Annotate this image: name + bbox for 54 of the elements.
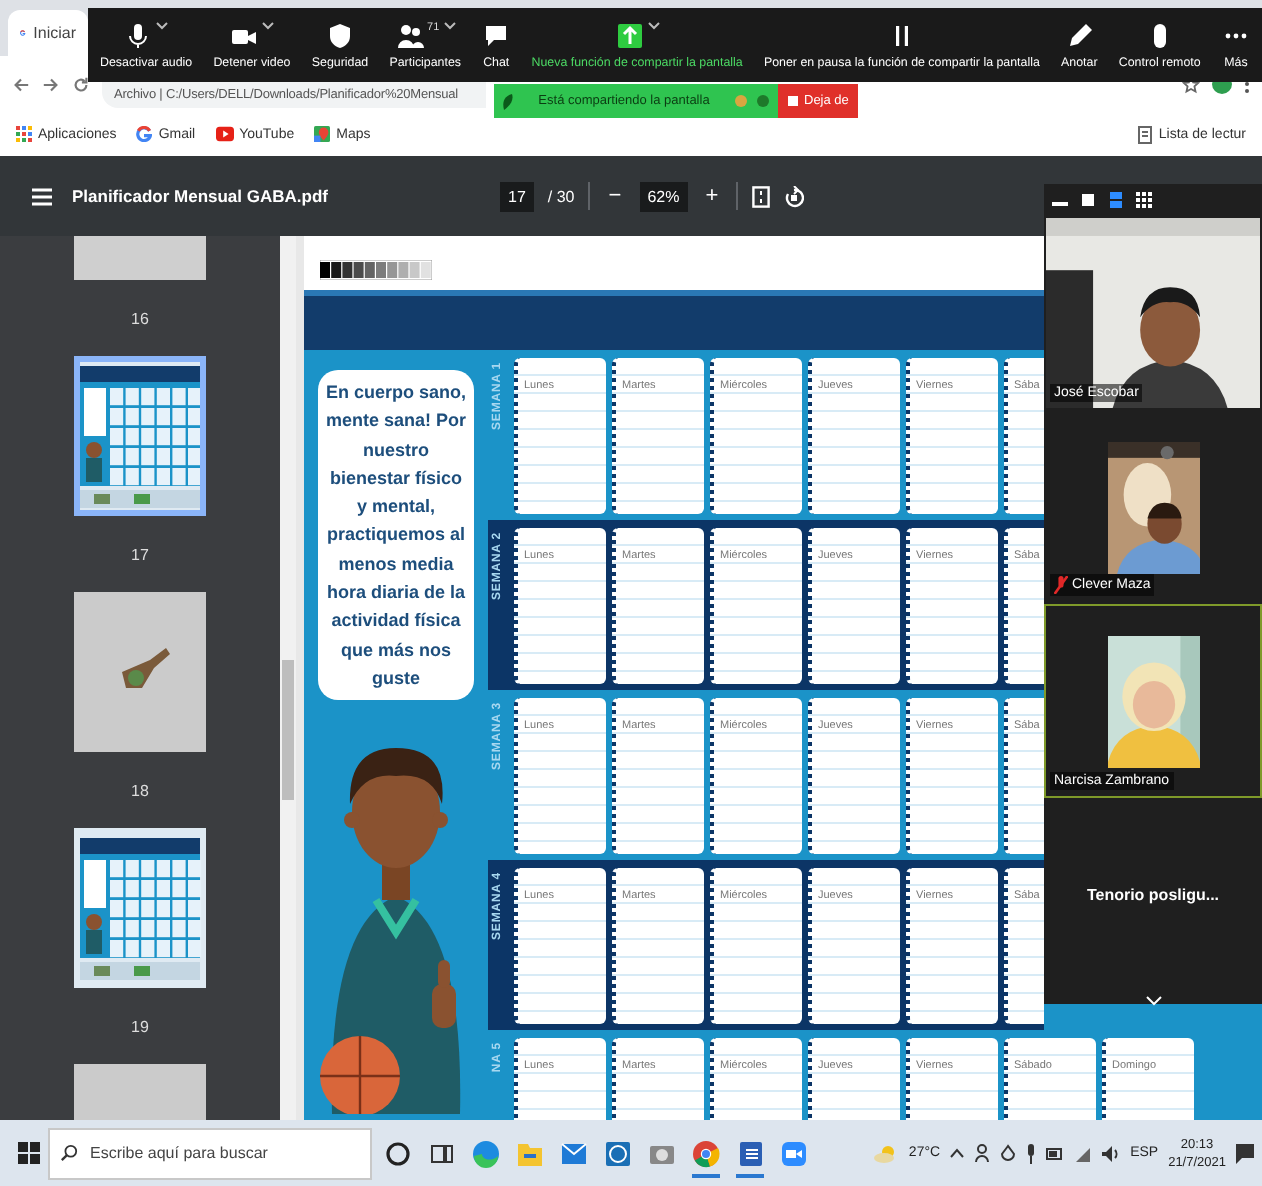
microphone-icon[interactable] [1026,1143,1037,1163]
microphone-icon [124,21,153,49]
speaker-view-icon[interactable] [1080,192,1096,208]
pencil-icon [1065,21,1094,49]
speech-bubble: En cuerpo sano, mente sana! Por nuestro bienestar físico y mental, practiquemos al menos media hora diaria de la actividad física que más nos guste [318,370,474,701]
person-icon[interactable] [974,1144,991,1162]
caret-icon[interactable] [443,21,456,29]
chat-icon [482,21,511,49]
apps-grid-icon [16,126,32,142]
page-number: 18 [131,781,149,799]
battery-icon[interactable] [1046,1145,1065,1161]
page-thumbnail[interactable] [74,828,206,988]
search-icon [60,1143,78,1161]
caret-icon[interactable] [261,21,274,29]
fit-page-icon[interactable] [752,185,771,207]
gallery-view-icon[interactable] [1136,192,1152,208]
reading-list-icon [1138,125,1153,143]
caret-icon[interactable] [647,21,660,29]
participant-name: Tenorio posligu... [1086,886,1220,904]
zoom-out-button[interactable]: − [604,184,626,208]
reload-icon[interactable] [72,75,90,93]
forward-arrow-icon[interactable] [42,75,60,93]
browser-tab[interactable]: Iniciar [8,10,88,56]
page-number: 16 [131,309,149,327]
people-icon [395,21,424,49]
windows-logo-icon[interactable] [18,1142,40,1164]
play-logo-icon [215,126,234,142]
strip-view-icon[interactable] [1108,192,1124,208]
leaf-icon [502,93,514,109]
rotate-icon[interactable] [784,185,805,207]
zoom-field[interactable]: 62% [639,181,688,211]
zoom-in-button[interactable]: + [701,184,723,208]
page-total: / 30 [547,187,575,205]
page-number: 17 [131,545,149,563]
weather-icon [874,1143,899,1163]
page-thumbnail[interactable] [74,356,206,516]
caret-icon[interactable] [156,21,169,29]
page-thumbnail[interactable] [74,592,206,752]
map-pin-icon [314,126,331,142]
back-arrow-icon[interactable] [12,75,30,93]
drop-icon[interactable] [1000,1144,1017,1162]
menu-icon[interactable] [32,187,52,205]
page-number-field[interactable]: 17 [500,181,534,211]
document-title: Planificador Mensual GABA.pdf [72,186,328,206]
color-bar-drawing [320,260,432,280]
volume-icon[interactable] [1102,1145,1121,1161]
search-field[interactable]: Escribe aquí para buscar [48,1127,372,1179]
caret-up-icon[interactable] [950,1148,965,1158]
scrollbar[interactable] [280,236,296,1120]
stop-icon [788,96,798,106]
page-number: 19 [131,1017,149,1035]
favicon-icon [136,126,153,142]
notification-icon[interactable] [1236,1143,1254,1163]
wifi-icon[interactable] [1074,1145,1093,1161]
